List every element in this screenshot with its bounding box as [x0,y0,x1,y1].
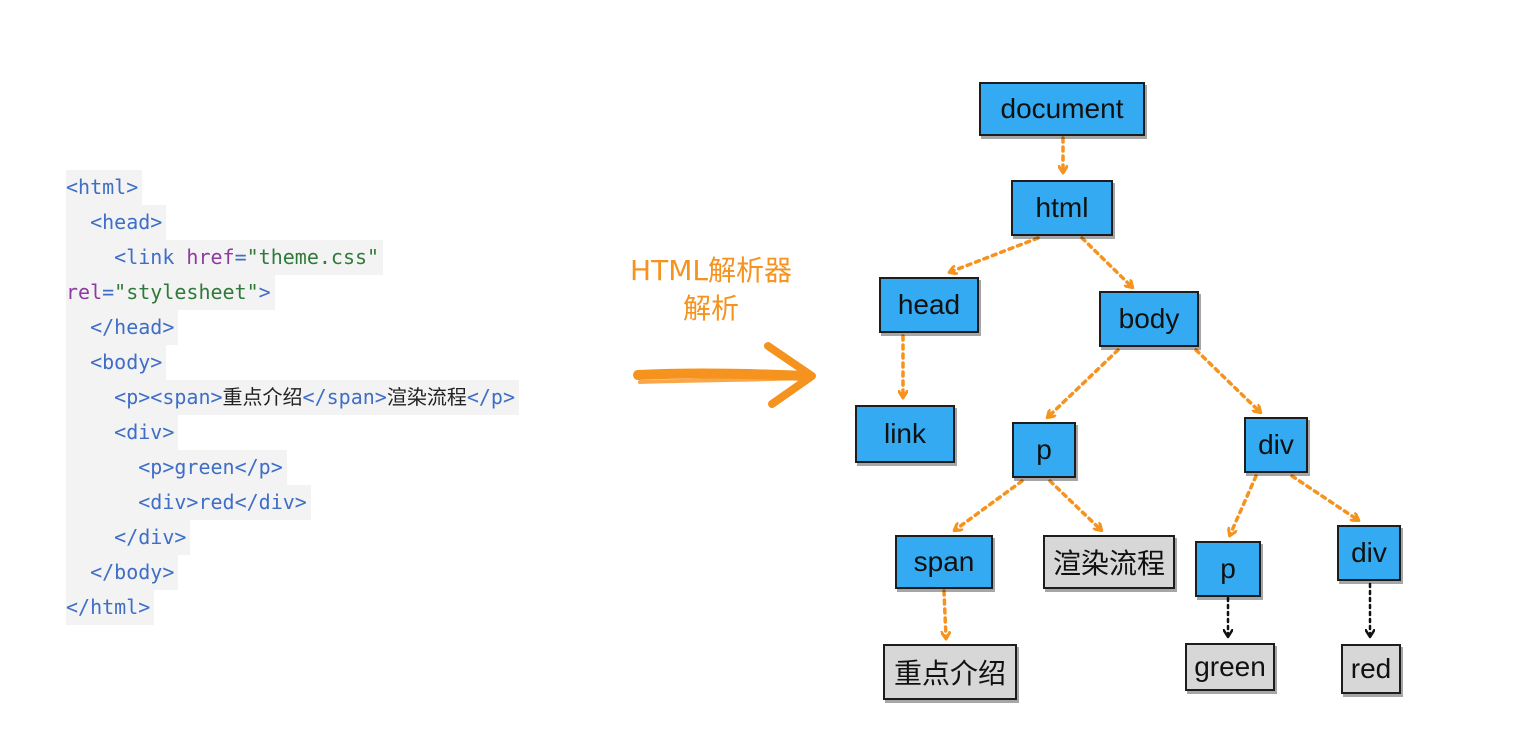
edge-body-div [1194,348,1260,412]
node-text-red: red [1341,644,1401,694]
edge-div-p [1230,474,1258,535]
edge-div-div [1290,474,1358,520]
node-div: div [1244,417,1308,473]
node-head: head [879,277,979,333]
tree-connectors [633,136,1526,732]
edge-p-span [955,479,1024,530]
node-span: span [895,535,993,589]
node-div2: div [1337,525,1401,581]
edge-span-text [944,589,946,638]
node-link: link [855,405,955,463]
node-html: html [1011,180,1113,236]
parse-arrow [633,342,816,408]
node-text-render: 渲染流程 [1043,535,1175,589]
edge-html-body [1080,236,1132,287]
edge-html-head [950,236,1040,272]
node-text-green: green [1185,643,1275,691]
node-body: body [1099,291,1199,347]
node-p2: p [1195,541,1261,597]
edge-body-p [1048,348,1120,417]
node-p: p [1012,422,1076,478]
node-text-highlight: 重点介绍 [883,644,1017,700]
node-document: document [979,82,1145,136]
edge-p-text [1048,479,1101,530]
